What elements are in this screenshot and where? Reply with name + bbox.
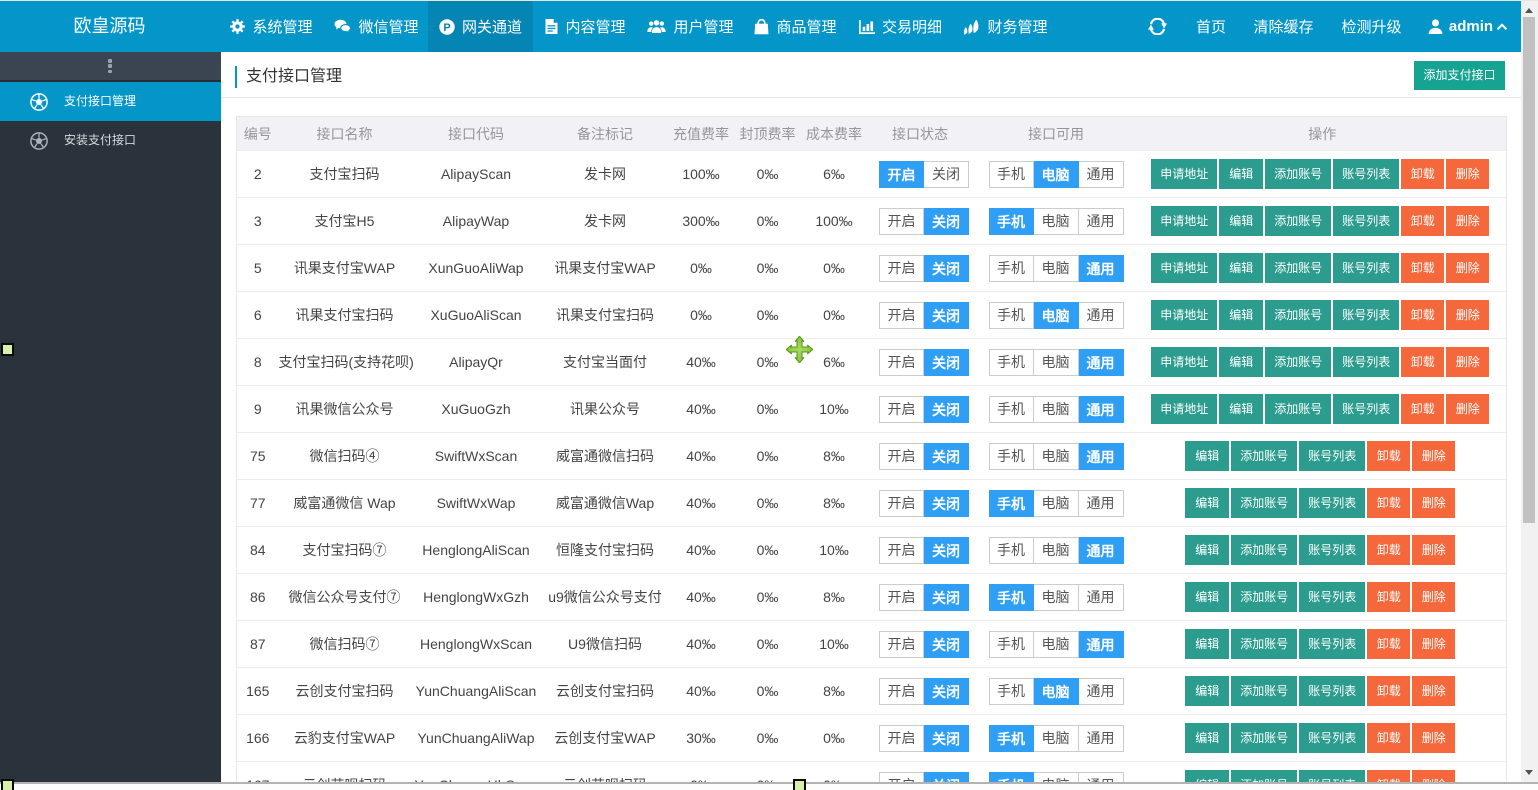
svg-text:P: P: [443, 21, 450, 33]
